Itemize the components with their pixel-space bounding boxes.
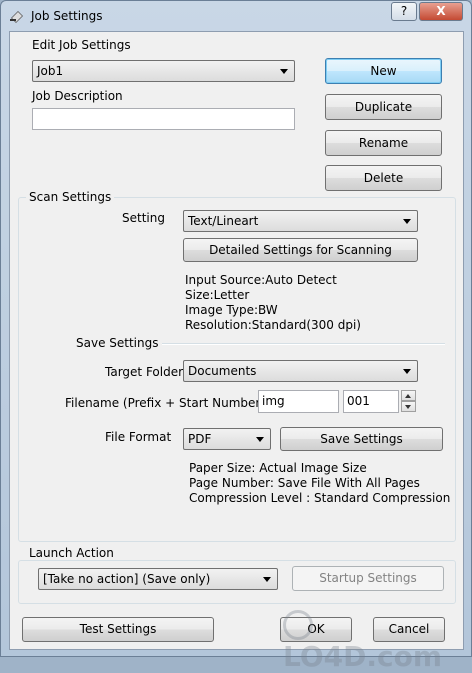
save-settings-separator xyxy=(162,343,445,345)
target-folder-label: Target Folder xyxy=(105,365,184,379)
chevron-down-icon xyxy=(403,369,411,374)
scan-info-input-source: Input Source:Auto Detect xyxy=(185,273,337,287)
chevron-down-icon xyxy=(403,219,411,224)
dialog-client-area: Edit Job Settings Job1 Job Description N… xyxy=(9,31,464,650)
save-info-compression: Compression Level : Standard Compression xyxy=(189,491,451,505)
save-info-paper-size: Paper Size: Actual Image Size xyxy=(189,461,367,475)
target-folder-select[interactable]: Documents xyxy=(183,360,418,382)
watermark-badge-icon xyxy=(283,610,313,640)
launch-action-select[interactable]: [Take no action] (Save only) xyxy=(38,568,278,590)
chevron-down-icon xyxy=(256,437,264,442)
scanner-app-icon xyxy=(10,11,23,23)
scan-settings-title: Scan Settings xyxy=(26,190,115,204)
close-button[interactable]: X xyxy=(419,2,463,21)
duplicate-job-button[interactable]: Duplicate xyxy=(325,94,442,120)
delete-job-button[interactable]: Delete xyxy=(325,165,442,191)
new-job-button[interactable]: New xyxy=(325,58,442,84)
test-settings-button[interactable]: Test Settings xyxy=(22,617,214,642)
edit-job-label: Edit Job Settings xyxy=(32,38,131,52)
job-settings-window: Job Settings ? X Edit Job Settings Job1 … xyxy=(0,0,472,673)
save-settings-button[interactable]: Save Settings xyxy=(280,427,443,451)
scan-info-size: Size:Letter xyxy=(185,288,250,302)
rename-job-button[interactable]: Rename xyxy=(325,130,442,156)
job-description-input[interactable] xyxy=(32,108,295,130)
lo4d-watermark: LO4D.com xyxy=(283,607,443,673)
job-description-label: Job Description xyxy=(32,89,123,103)
scan-setting-value: Text/Lineart xyxy=(188,214,259,228)
file-format-label: File Format xyxy=(105,430,172,444)
file-format-select[interactable]: PDF xyxy=(183,428,271,450)
title-bar[interactable]: Job Settings ? X xyxy=(1,1,471,31)
setting-label: Setting xyxy=(122,211,165,225)
job-select[interactable]: Job1 xyxy=(32,60,295,82)
startup-settings-button[interactable]: Startup Settings xyxy=(292,566,444,591)
spin-down-icon[interactable] xyxy=(401,401,416,412)
filename-label: Filename (Prefix + Start Number) xyxy=(65,396,266,410)
scan-setting-select[interactable]: Text/Lineart xyxy=(183,210,418,232)
start-number-spinner[interactable] xyxy=(401,390,416,412)
file-format-value: PDF xyxy=(188,432,212,446)
scan-info-image-type: Image Type:BW xyxy=(185,303,278,317)
target-folder-value: Documents xyxy=(188,364,257,378)
launch-action-value: [Take no action] (Save only) xyxy=(43,572,211,586)
spin-up-icon[interactable] xyxy=(401,390,416,401)
save-info-page-number: Page Number: Save File With All Pages xyxy=(189,476,420,490)
start-number-input[interactable]: 001 xyxy=(343,390,399,413)
job-select-value: Job1 xyxy=(37,64,64,78)
launch-action-title: Launch Action xyxy=(26,546,117,560)
save-settings-label: Save Settings xyxy=(76,336,159,350)
window-title: Job Settings xyxy=(31,9,103,23)
help-button[interactable]: ? xyxy=(391,2,417,21)
filename-prefix-input[interactable]: img xyxy=(258,390,339,413)
detailed-settings-button[interactable]: Detailed Settings for Scanning xyxy=(183,238,418,262)
chevron-down-icon xyxy=(280,69,288,74)
chevron-down-icon xyxy=(263,577,271,582)
scan-info-resolution: Resolution:Standard(300 dpi) xyxy=(185,318,361,332)
